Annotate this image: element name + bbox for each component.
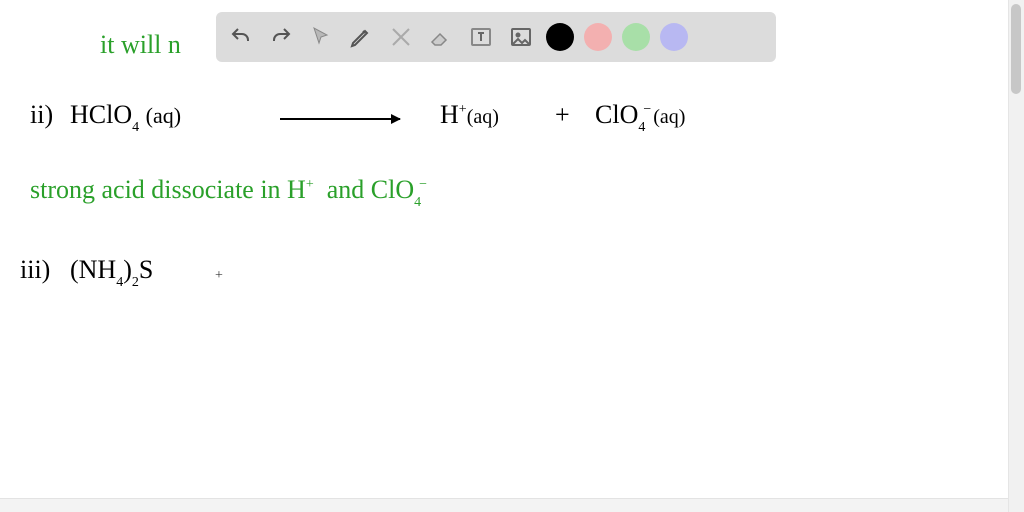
annot-b: and ClO (327, 175, 414, 204)
swatch-purple[interactable] (660, 23, 688, 51)
pencil-icon[interactable] (346, 22, 376, 52)
swatch-black[interactable] (546, 23, 574, 51)
eq-ii-h-state: (aq) (467, 106, 499, 128)
eq-ii-h: H (440, 100, 459, 129)
annot-b-sup: − (419, 177, 427, 192)
pointer-icon[interactable] (306, 22, 336, 52)
eraser-icon[interactable] (426, 22, 456, 52)
handwriting-line-1: it will n (100, 30, 181, 60)
eq-ii-plus: + (555, 100, 570, 130)
drawing-toolbar (216, 12, 776, 62)
cursor-crosshair-icon: + (215, 268, 223, 284)
eq-ii-h-sup: + (459, 102, 467, 117)
eq-ii-cl: ClO (595, 100, 638, 129)
swatch-green[interactable] (622, 23, 650, 51)
eq-ii-rhs-cl: ClO4−(aq) (595, 100, 685, 130)
annotation-line: strong acid dissociate in H+ and ClO4− (30, 175, 429, 205)
annot-a: strong acid dissociate in H (30, 175, 306, 204)
eq-iii-label: iii) (20, 255, 50, 285)
annot-a-sup: + (306, 177, 314, 192)
eq-ii-lhs-state: (aq) (146, 103, 181, 128)
eq-ii-cl-state: (aq) (653, 106, 685, 128)
eq-iii-open: (NH (70, 255, 116, 284)
eq-iii-tail: S (139, 255, 153, 284)
eq-ii-lhs: HClO4 (aq) (70, 100, 181, 130)
eq-ii-cl-sub: 4 (638, 120, 645, 135)
horizontal-scrollbar[interactable] (0, 498, 1008, 512)
eq-ii-label: ii) (30, 100, 53, 130)
whiteboard-canvas[interactable]: it will n ii) HClO4 (aq) H+(aq) + ClO4−(… (0, 0, 1008, 498)
reaction-arrow-icon (280, 118, 400, 120)
swatch-red[interactable] (584, 23, 612, 51)
redo-icon[interactable] (266, 22, 296, 52)
eq-ii-cl-sup: − (643, 102, 651, 117)
text-box-icon[interactable] (466, 22, 496, 52)
image-icon[interactable] (506, 22, 536, 52)
eq-iii-sub2: 2 (132, 275, 139, 290)
eq-ii-lhs-text: HClO (70, 100, 132, 129)
eq-iii: (NH4)2S (70, 255, 153, 285)
annot-b-sub: 4 (414, 195, 421, 210)
vertical-scrollbar[interactable] (1008, 0, 1024, 512)
eq-ii-lhs-sub: 4 (132, 120, 139, 135)
viewport: it will n ii) HClO4 (aq) H+(aq) + ClO4−(… (0, 0, 1024, 512)
eq-iii-sub1: 4 (116, 275, 123, 290)
undo-icon[interactable] (226, 22, 256, 52)
tools-crossed-icon[interactable] (386, 22, 416, 52)
scrollbar-thumb[interactable] (1011, 4, 1021, 94)
eq-iii-close: ) (123, 255, 132, 284)
eq-ii-rhs-h: H+(aq) (440, 100, 499, 130)
